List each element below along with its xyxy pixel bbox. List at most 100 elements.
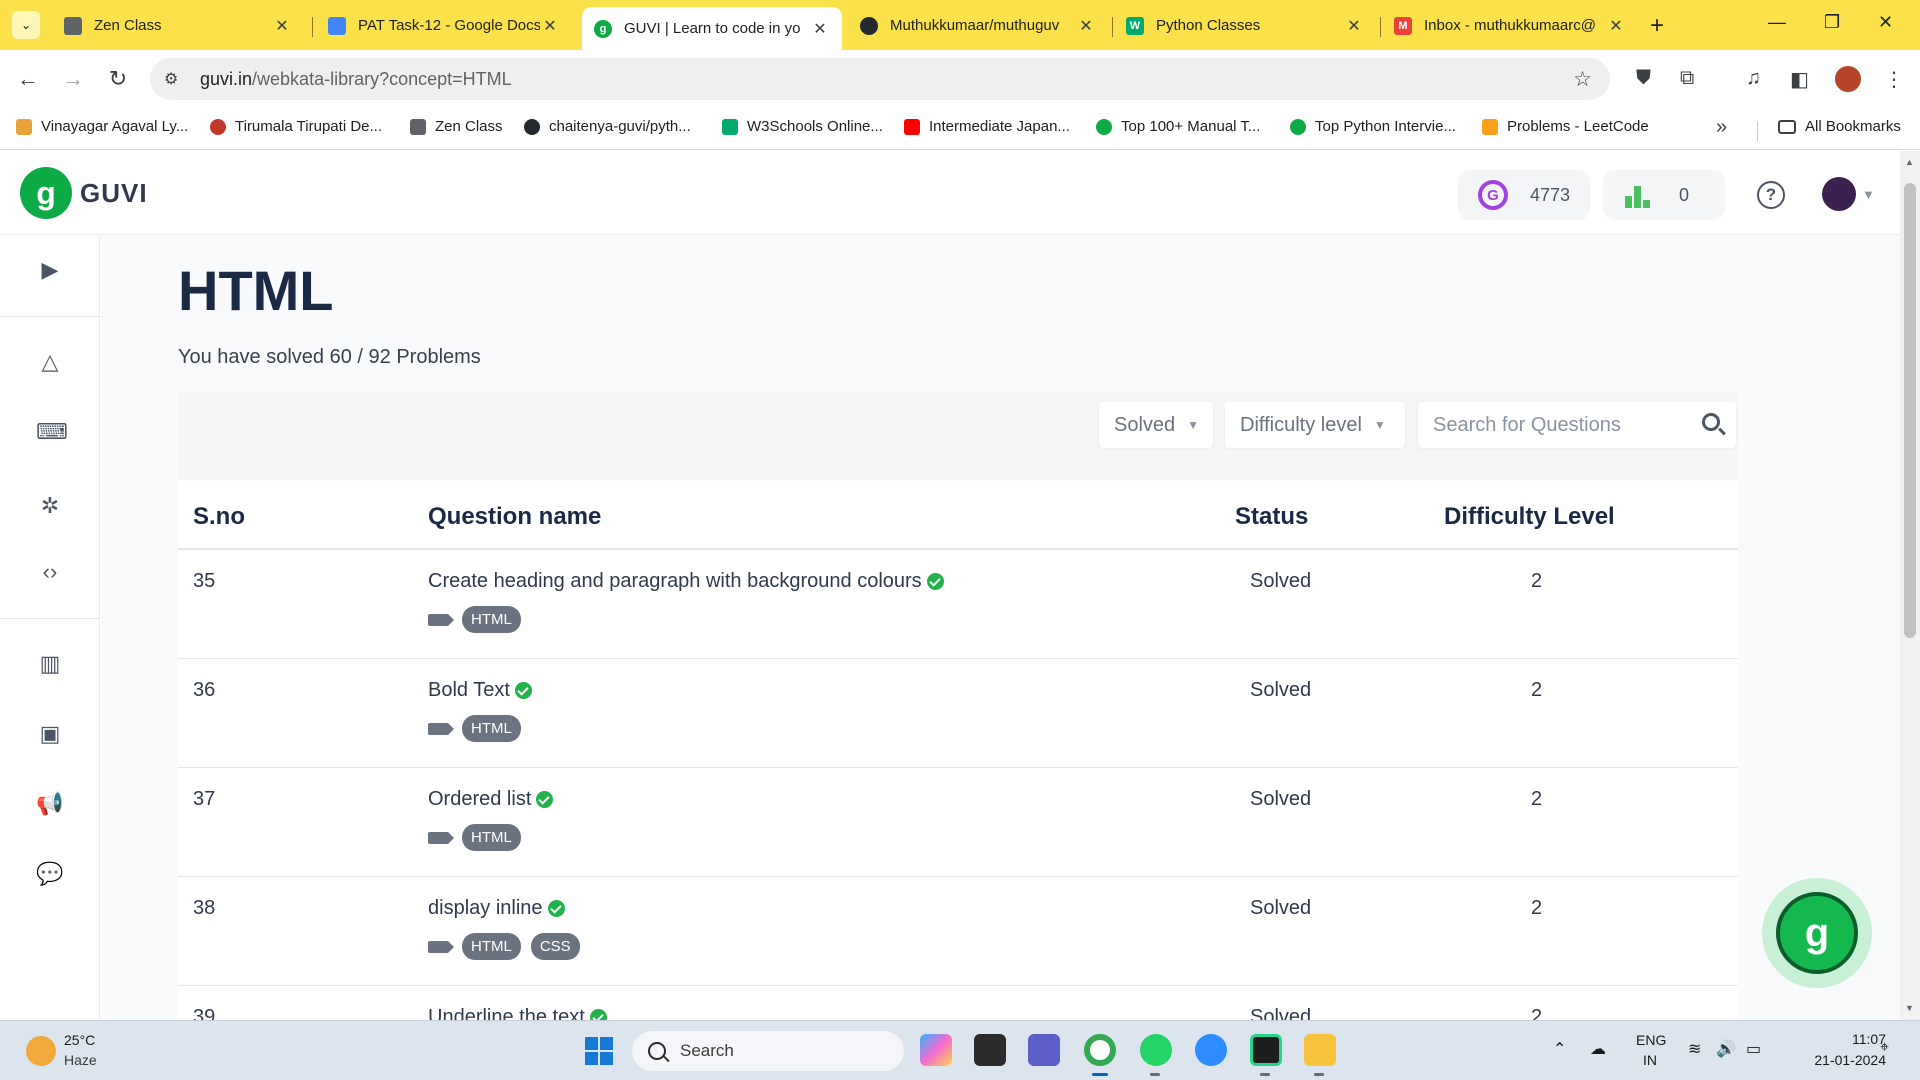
close-tab-icon[interactable]: ✕ xyxy=(1344,16,1364,36)
code-terminal-icon[interactable]: ⌨ xyxy=(36,418,68,446)
close-tab-icon[interactable]: ✕ xyxy=(1076,16,1096,36)
tab-search-dropdown-icon[interactable]: ⌄ xyxy=(12,11,40,39)
bookmark-item[interactable]: Tirumala Tirupati De... xyxy=(210,118,382,135)
tag-chip[interactable]: HTML xyxy=(462,824,521,851)
volume-icon[interactable]: 🔊 xyxy=(1716,1039,1736,1059)
onedrive-cloud-icon[interactable]: ☁ xyxy=(1590,1039,1606,1059)
bookmark-star-icon[interactable]: ☆ xyxy=(1573,67,1592,92)
support-chatbot-button[interactable]: g xyxy=(1762,878,1872,988)
table-row[interactable]: 38 display inline HTML CSS Solved 2 xyxy=(178,877,1738,986)
close-tab-icon[interactable]: ✕ xyxy=(1606,16,1626,36)
teams-meet-icon[interactable] xyxy=(1028,1034,1060,1066)
url-text[interactable]: guvi.in/webkata-library?concept=HTML xyxy=(200,69,512,90)
search-icon[interactable] xyxy=(1702,413,1720,431)
tab-python-classes[interactable]: W Python Classes ✕ xyxy=(1114,9,1376,42)
tag-chip[interactable]: CSS xyxy=(530,933,580,960)
debug-bug-icon[interactable]: ✲ xyxy=(36,492,64,520)
rewards-gift-icon[interactable]: ▣ xyxy=(36,720,64,748)
close-window-icon[interactable]: ✕ xyxy=(1878,12,1893,33)
scroll-down-arrow-icon[interactable]: ▼ xyxy=(1905,1003,1914,1013)
bookmark-item[interactable]: chaitenya-guvi/pyth... xyxy=(524,118,691,135)
question-search-input[interactable] xyxy=(1433,413,1693,437)
rank-counter[interactable]: 0 xyxy=(1603,170,1725,220)
chrome-menu-icon[interactable]: ⋮ xyxy=(1884,67,1904,92)
row-question-name[interactable]: Bold Text xyxy=(428,679,532,702)
address-bar[interactable]: ⚙ guvi.in/webkata-library?concept=HTML ☆ xyxy=(150,58,1610,100)
leaderboard-chart-icon[interactable]: ▥ xyxy=(36,650,64,678)
site-info-icon[interactable]: ⚙ xyxy=(164,69,186,89)
table-row[interactable]: 37 Ordered list HTML Solved 2 xyxy=(178,768,1738,877)
reload-icon[interactable]: ↻ xyxy=(105,66,131,92)
code-brackets-icon[interactable]: ‹› xyxy=(36,558,64,586)
weather-haze-icon[interactable] xyxy=(26,1036,56,1066)
weather-temperature[interactable]: 25°C xyxy=(64,1032,95,1048)
table-row[interactable]: 36 Bold Text HTML Solved 2 xyxy=(178,659,1738,768)
input-language[interactable]: ENG xyxy=(1636,1032,1666,1048)
row-question-name[interactable]: Underline the text xyxy=(428,1006,607,1020)
back-arrow-icon[interactable]: ← xyxy=(15,66,41,92)
windows-start-icon[interactable] xyxy=(585,1037,613,1065)
solved-filter-dropdown[interactable]: Solved ▼ xyxy=(1099,402,1213,448)
question-link[interactable]: Ordered list xyxy=(428,788,531,811)
more-bookmarks-chevron-icon[interactable]: » xyxy=(1716,116,1727,139)
close-tab-icon[interactable]: ✕ xyxy=(810,19,830,39)
weather-condition[interactable]: Haze xyxy=(64,1052,97,1068)
bookmark-item[interactable]: Problems - LeetCode xyxy=(1482,118,1649,135)
shield-extension-icon[interactable]: ⛊ xyxy=(1636,67,1651,90)
forum-chat-icon[interactable]: 💬 xyxy=(36,860,64,888)
whatsapp-app-icon[interactable] xyxy=(1140,1034,1172,1066)
file-explorer-icon[interactable] xyxy=(1304,1034,1336,1066)
practice-shapes-icon[interactable]: △ xyxy=(36,348,64,376)
system-clock-date[interactable]: 21-01-2024 xyxy=(1786,1052,1886,1068)
chrome-profile-avatar[interactable] xyxy=(1833,64,1863,94)
question-link[interactable]: Bold Text xyxy=(428,679,510,702)
announcements-megaphone-icon[interactable]: 📢 xyxy=(36,790,64,818)
task-view-icon[interactable] xyxy=(974,1034,1006,1066)
media-control-icon[interactable]: ♫ xyxy=(1746,67,1761,90)
tab-github[interactable]: Muthukkumaar/muthuguv ✕ xyxy=(848,9,1108,42)
row-question-name[interactable]: display inline xyxy=(428,897,565,920)
question-link[interactable]: display inline xyxy=(428,897,543,920)
row-question-name[interactable]: Create heading and paragraph with backgr… xyxy=(428,570,944,593)
courses-play-icon[interactable]: ▶ xyxy=(36,256,64,284)
system-clock-time[interactable]: 11:07 xyxy=(1826,1031,1886,1047)
bookmark-item[interactable]: Vinayagar Agaval Ly... xyxy=(16,118,188,135)
scrollbar-thumb[interactable] xyxy=(1904,183,1916,638)
geekoins-counter[interactable]: G 4773 xyxy=(1458,170,1590,220)
pycharm-app-icon[interactable] xyxy=(1250,1034,1282,1066)
restore-window-icon[interactable]: ❐ xyxy=(1824,12,1840,33)
taskbar-search-box[interactable]: Search xyxy=(632,1031,904,1071)
show-hidden-icons-chevron[interactable]: ⌃ xyxy=(1553,1039,1566,1059)
question-link[interactable]: Underline the text xyxy=(428,1006,585,1020)
tag-chip[interactable]: HTML xyxy=(462,606,521,633)
tab-google-docs[interactable]: PAT Task-12 - Google Docs ✕ xyxy=(316,9,572,42)
guvi-logo-text[interactable]: GUVI xyxy=(80,178,148,209)
bookmark-item[interactable]: Intermediate Japan... xyxy=(904,118,1070,135)
notifications-icon[interactable]: ⌖ xyxy=(1880,1039,1889,1057)
minimize-window-icon[interactable]: — xyxy=(1768,12,1786,33)
all-bookmarks-folder[interactable]: All Bookmarks xyxy=(1778,118,1901,135)
table-row[interactable]: 39 Underline the text Solved 2 xyxy=(178,986,1738,1020)
close-tab-icon[interactable]: ✕ xyxy=(272,16,292,36)
battery-icon[interactable]: ▭ xyxy=(1746,1039,1761,1059)
close-tab-icon[interactable]: ✕ xyxy=(540,16,560,36)
input-region[interactable]: IN xyxy=(1643,1052,1657,1068)
tab-gmail-inbox[interactable]: M Inbox - muthukkumaarc@ ✕ xyxy=(1382,9,1638,42)
new-tab-plus-icon[interactable]: + xyxy=(1650,12,1664,40)
zoom-app-icon[interactable] xyxy=(1195,1034,1227,1066)
bookmark-item[interactable]: Top 100+ Manual T... xyxy=(1096,118,1260,135)
tab-zen-class[interactable]: Zen Class ✕ xyxy=(52,9,304,42)
help-question-icon[interactable]: ? xyxy=(1757,181,1785,209)
forward-arrow-icon[interactable]: → xyxy=(60,66,86,92)
difficulty-filter-dropdown[interactable]: Difficulty level ▼ xyxy=(1225,402,1405,448)
page-scrollbar[interactable]: ▲ ▼ xyxy=(1900,151,1920,1020)
tab-guvi-active[interactable]: g GUVI | Learn to code in yo ✕ xyxy=(582,7,842,50)
row-question-name[interactable]: Ordered list xyxy=(428,788,554,811)
copilot-app-icon[interactable] xyxy=(920,1034,952,1066)
scroll-up-arrow-icon[interactable]: ▲ xyxy=(1905,157,1914,167)
guvi-logo-icon[interactable]: g xyxy=(20,167,72,219)
wifi-icon[interactable]: ≋ xyxy=(1688,1039,1701,1059)
chevron-down-icon[interactable]: ▼ xyxy=(1862,187,1875,202)
table-row[interactable]: 35 Create heading and paragraph with bac… xyxy=(178,550,1738,659)
question-link[interactable]: Create heading and paragraph with backgr… xyxy=(428,570,922,593)
